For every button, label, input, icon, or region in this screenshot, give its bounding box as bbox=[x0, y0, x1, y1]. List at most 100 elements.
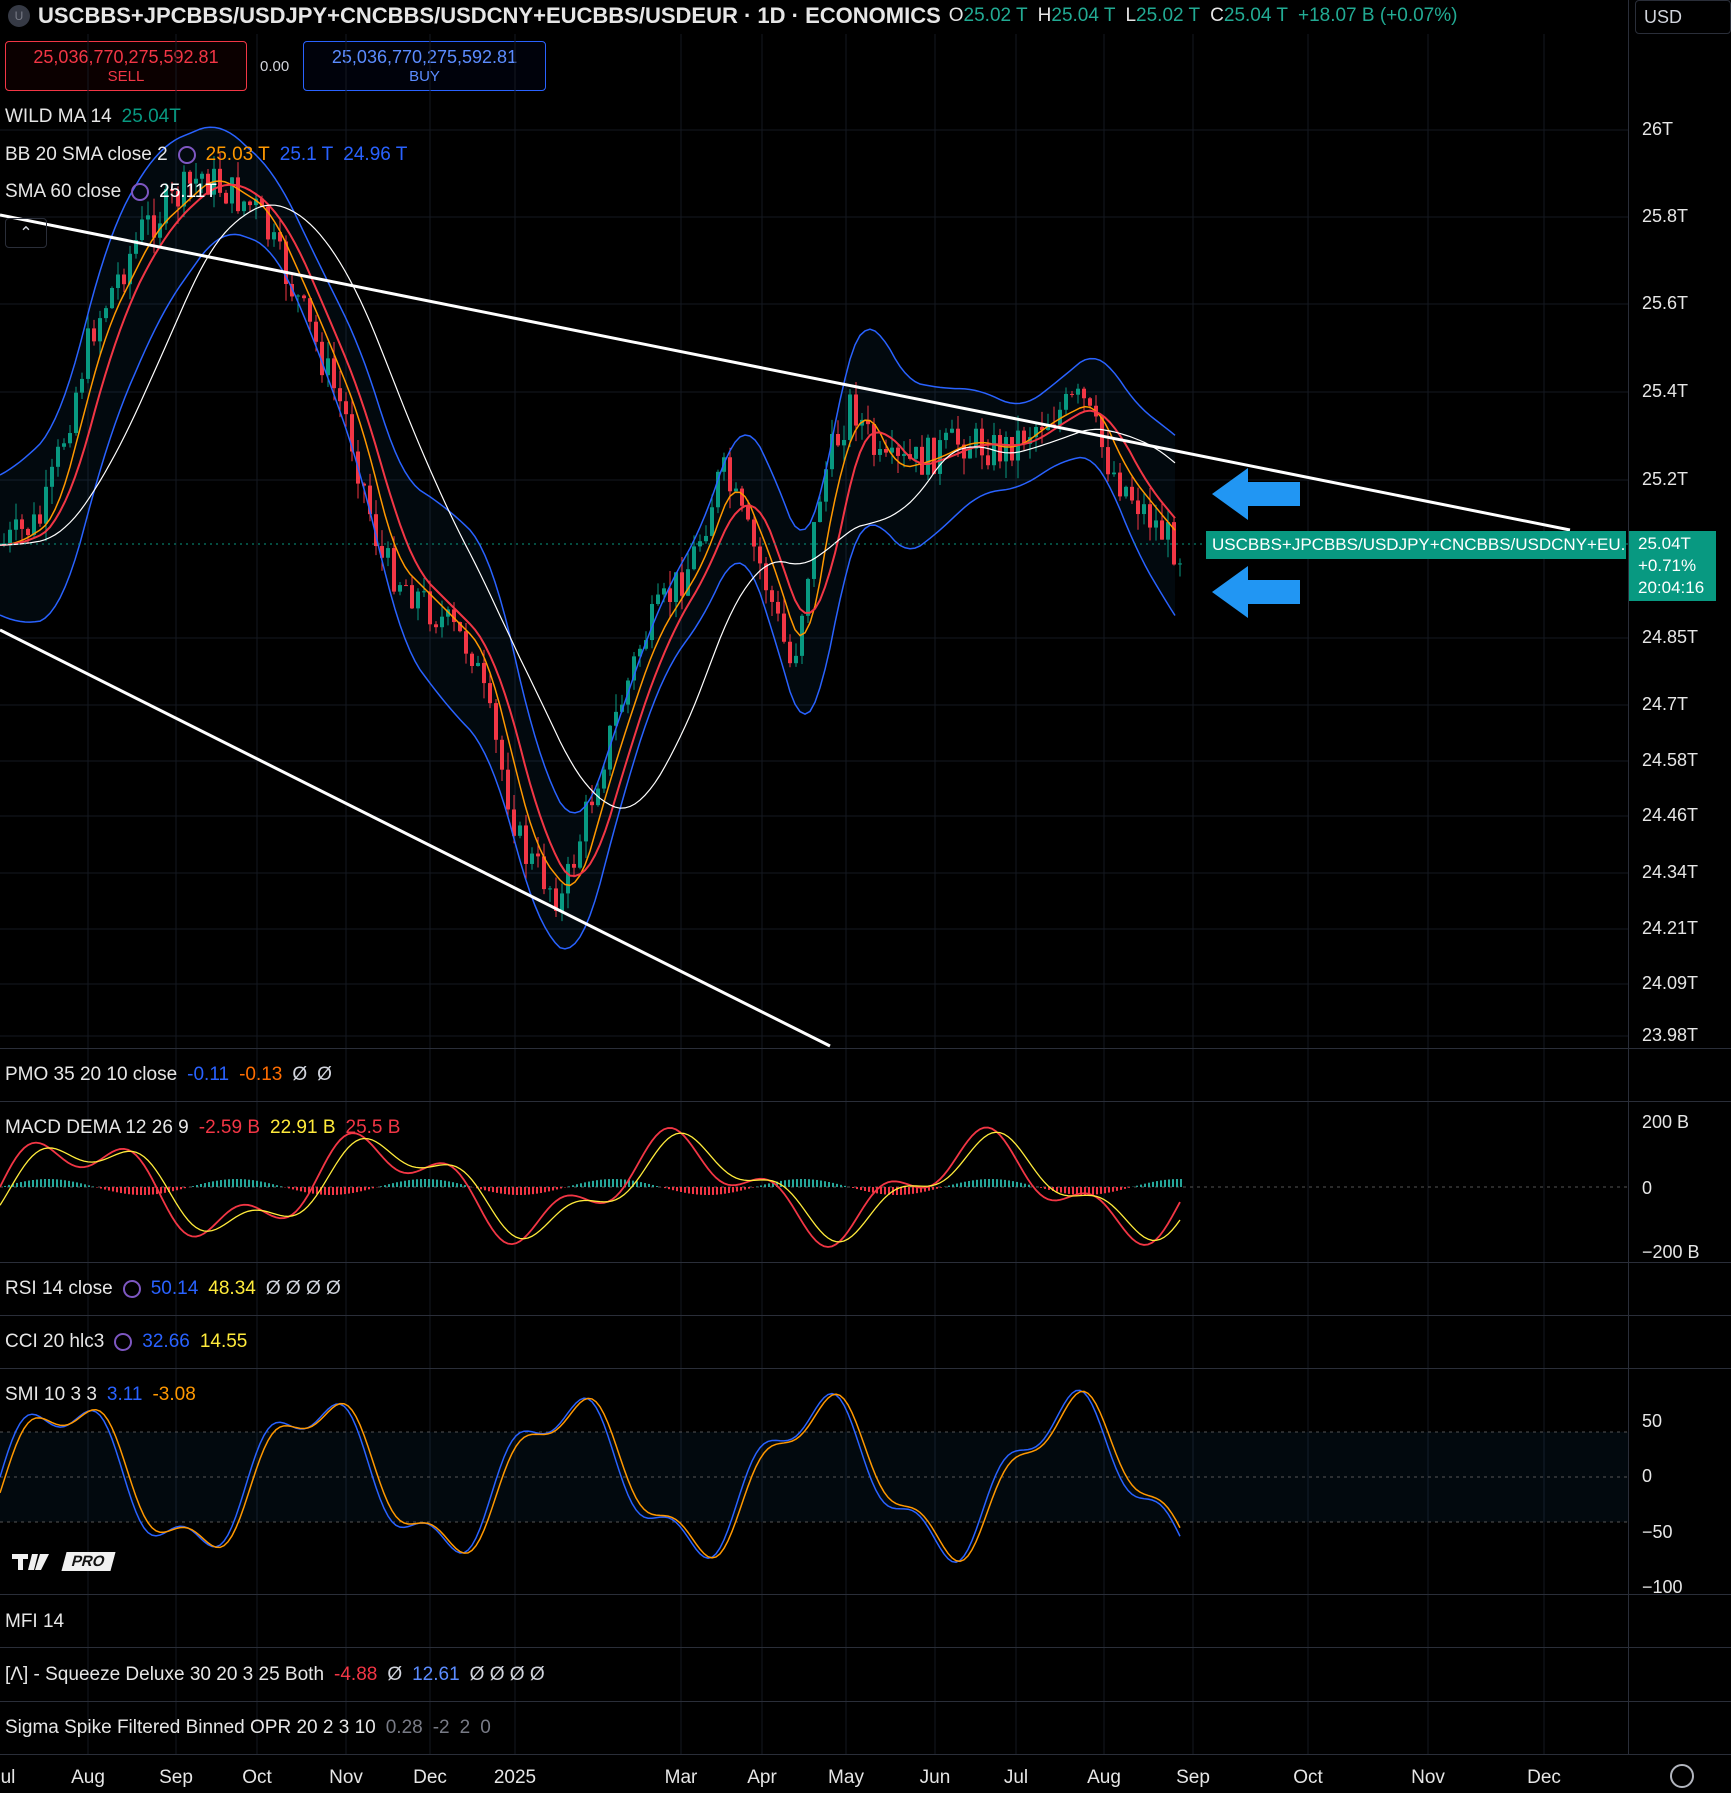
legend-rsi[interactable]: RSI 14 close 50.14 48.34 Ø Ø Ø Ø bbox=[5, 1278, 341, 1300]
legend-wild-ma-name: WILD MA 14 bbox=[5, 106, 112, 127]
macd-histogram-bar bbox=[424, 1179, 426, 1187]
macd-histogram-bar bbox=[996, 1179, 998, 1187]
legend-bb[interactable]: BB 20 SMA close 2 25.03 T 25.1 T 24.96 T bbox=[5, 144, 407, 166]
macd-histogram-bar bbox=[172, 1187, 174, 1192]
candle-body bbox=[338, 388, 342, 402]
macd-histogram-bar bbox=[64, 1180, 66, 1187]
macd-histogram-bar bbox=[272, 1184, 274, 1187]
macd-histogram-bar bbox=[1160, 1180, 1162, 1187]
time-axis-label: Jul bbox=[1003, 1767, 1029, 1788]
macd-histogram-bar bbox=[100, 1187, 102, 1189]
pane-divider[interactable] bbox=[0, 1101, 1731, 1102]
pane-divider[interactable] bbox=[0, 1262, 1731, 1263]
candle-body bbox=[344, 401, 348, 415]
macd-histogram-bar bbox=[584, 1182, 586, 1187]
macd-histogram-bar bbox=[752, 1187, 754, 1188]
candle-body bbox=[146, 215, 150, 220]
pane-divider[interactable] bbox=[0, 1647, 1731, 1648]
pane-divider[interactable] bbox=[0, 1754, 1731, 1755]
macd-histogram-bar bbox=[340, 1187, 342, 1195]
time-axis-label: 2025 bbox=[493, 1767, 537, 1788]
legend-squeeze[interactable]: [Λ] - Squeeze Deluxe 30 20 3 25 Both -4.… bbox=[5, 1664, 545, 1686]
macd-histogram-bar bbox=[980, 1179, 982, 1187]
macd-histogram-bar bbox=[524, 1187, 526, 1195]
settings-gear-icon[interactable] bbox=[1670, 1764, 1694, 1788]
candle-body bbox=[758, 546, 762, 564]
time-axis-label: Aug bbox=[1087, 1767, 1121, 1788]
legend-cci-v1: 32.66 bbox=[142, 1331, 190, 1352]
legend-pmo-v2: -0.13 bbox=[239, 1064, 283, 1085]
candle-body bbox=[740, 488, 744, 506]
legend-macd[interactable]: MACD DEMA 12 26 9 -2.59 B 22.91 B 25.5 B bbox=[5, 1117, 400, 1139]
legend-wild-ma[interactable]: WILD MA 14 25.04T bbox=[5, 106, 181, 128]
legend-mfi[interactable]: MFI 14 bbox=[5, 1611, 64, 1633]
macd-histogram-bar bbox=[256, 1180, 258, 1187]
time-axis-label: Oct bbox=[242, 1767, 272, 1788]
pane-divider[interactable] bbox=[0, 1594, 1731, 1595]
macd-histogram-bar bbox=[1068, 1187, 1070, 1194]
macd-histogram-bar bbox=[532, 1187, 534, 1195]
macd-histogram-bar bbox=[396, 1182, 398, 1187]
legend-sma-name: SMA 60 close bbox=[5, 181, 122, 202]
macd-histogram-bar bbox=[204, 1183, 206, 1187]
macd-histogram-bar bbox=[720, 1187, 722, 1195]
legend-pmo[interactable]: PMO 35 20 10 close -0.11 -0.13 Ø Ø bbox=[5, 1064, 332, 1086]
candle-body bbox=[302, 295, 306, 299]
macd-histogram-bar bbox=[1060, 1187, 1062, 1193]
pane-divider[interactable] bbox=[0, 1368, 1731, 1369]
legend-smi[interactable]: SMI 10 3 3 3.11 -3.08 bbox=[5, 1384, 196, 1406]
macd-histogram-bar bbox=[1156, 1181, 1158, 1187]
candle-body bbox=[818, 501, 822, 523]
macd-histogram-bar bbox=[688, 1187, 690, 1194]
macd-histogram-bar bbox=[816, 1179, 818, 1187]
macd-histogram-bar bbox=[768, 1183, 770, 1187]
macd-histogram-bar bbox=[744, 1187, 746, 1190]
macd-histogram-bar bbox=[224, 1179, 226, 1187]
chart-canvas[interactable] bbox=[0, 0, 1731, 1793]
macd-histogram-bar bbox=[460, 1184, 462, 1187]
candle-body bbox=[404, 585, 408, 587]
candle-body bbox=[92, 328, 96, 342]
legend-squeeze-name: [Λ] - Squeeze Deluxe 30 20 3 25 Both bbox=[5, 1664, 325, 1685]
pane-divider[interactable] bbox=[0, 1048, 1731, 1049]
macd-histogram-bar bbox=[248, 1179, 250, 1187]
macd-histogram-bar bbox=[1020, 1182, 1022, 1187]
candle-body bbox=[1154, 520, 1158, 528]
macd-axis-top: 200 B bbox=[1642, 1112, 1690, 1132]
candle-body bbox=[104, 308, 108, 319]
macd-histogram-bar bbox=[648, 1183, 650, 1187]
macd-histogram-bar bbox=[428, 1179, 430, 1187]
macd-histogram-bar bbox=[68, 1180, 70, 1187]
macd-histogram-bar bbox=[668, 1187, 670, 1190]
macd-histogram-bar bbox=[128, 1187, 130, 1195]
macd-histogram-bar bbox=[196, 1185, 198, 1187]
candle-body bbox=[536, 853, 540, 857]
macd-histogram-bar bbox=[60, 1179, 62, 1187]
tradingview-logo[interactable]: PRO bbox=[10, 1548, 120, 1574]
macd-histogram-bar bbox=[592, 1180, 594, 1187]
pane-divider[interactable] bbox=[0, 1701, 1731, 1702]
macd-histogram-bar bbox=[824, 1181, 826, 1187]
legend-sigma-v1: 0.28 bbox=[385, 1717, 423, 1738]
candle-body bbox=[692, 546, 696, 570]
macd-histogram-bar bbox=[1176, 1179, 1178, 1187]
macd-histogram-bar bbox=[440, 1180, 442, 1187]
macd-histogram-bar bbox=[792, 1179, 794, 1187]
macd-histogram-bar bbox=[836, 1183, 838, 1187]
macd-histogram-bar bbox=[288, 1187, 290, 1189]
legend-cci[interactable]: CCI 20 hlc3 32.66 14.55 bbox=[5, 1331, 247, 1353]
candle-body bbox=[956, 428, 960, 445]
macd-histogram-bar bbox=[304, 1187, 306, 1193]
macd-histogram-bar bbox=[436, 1179, 438, 1187]
macd-histogram-bar bbox=[856, 1187, 858, 1190]
candle-body bbox=[1082, 388, 1086, 399]
collapse-legend-button[interactable]: ⌃ bbox=[5, 218, 47, 248]
legend-sigma[interactable]: Sigma Spike Filtered Binned OPR 20 2 3 1… bbox=[5, 1717, 491, 1739]
price-axis-label: 24.7T bbox=[1642, 694, 1689, 714]
macd-histogram-bar bbox=[868, 1187, 870, 1192]
candle-body bbox=[848, 394, 852, 440]
macd-histogram-bar bbox=[404, 1180, 406, 1187]
legend-sma[interactable]: SMA 60 close 25.11T bbox=[5, 181, 217, 203]
pane-divider[interactable] bbox=[0, 1315, 1731, 1316]
candle-body bbox=[884, 448, 888, 453]
